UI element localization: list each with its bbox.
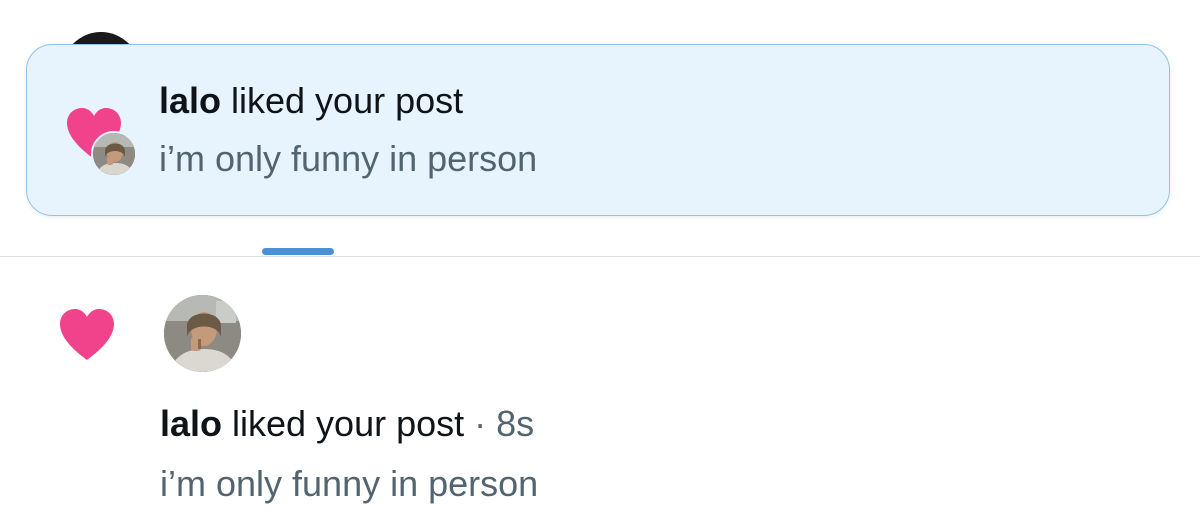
tab-indicator xyxy=(262,248,334,255)
user-name[interactable]: lalo xyxy=(159,80,221,121)
notification-title: lalo liked your post · 8s xyxy=(160,402,534,446)
post-preview: i’m only funny in person xyxy=(159,138,538,179)
timestamp: 8s xyxy=(496,403,535,444)
like-notification-toast[interactable]: lalo liked your post i’m only funny in p… xyxy=(26,44,1170,216)
separator-dot: · xyxy=(464,403,497,444)
divider xyxy=(0,256,1200,257)
action-text: liked your post xyxy=(221,80,464,121)
user-name[interactable]: lalo xyxy=(160,403,222,444)
avatar xyxy=(91,131,137,177)
toast-title: lalo liked your post xyxy=(159,79,463,123)
notifications-page: lalo liked your post i’m only funny in p… xyxy=(0,0,1200,518)
heart-icon xyxy=(56,306,118,362)
avatar[interactable] xyxy=(164,295,241,372)
action-text: liked your post xyxy=(222,403,465,444)
post-preview: i’m only funny in person xyxy=(160,463,539,504)
